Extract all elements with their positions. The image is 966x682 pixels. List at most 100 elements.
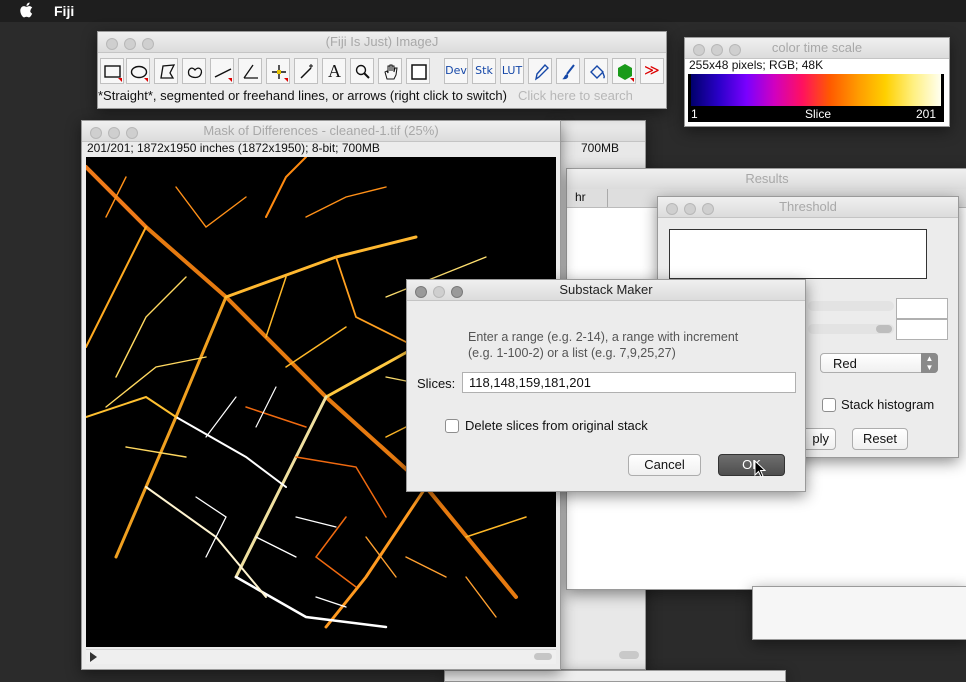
stack-window-back-scrollbar[interactable] xyxy=(619,651,639,659)
close-button[interactable] xyxy=(693,44,705,56)
ok-button[interactable]: OK xyxy=(718,454,785,476)
zoom-button[interactable] xyxy=(702,203,714,215)
results-titlebar[interactable]: Results xyxy=(567,169,966,190)
pencil-tool[interactable] xyxy=(528,58,552,84)
threshold-mode-select[interactable]: Red ▲ ▼ xyxy=(820,353,938,373)
slices-input-value: 118,148,159,181,201 xyxy=(469,375,591,390)
scale-min-label: 1 xyxy=(691,107,698,121)
image-window-title: Mask of Differences - cleaned-1.tif (25%… xyxy=(203,123,439,138)
color-picker-tool[interactable] xyxy=(406,58,430,84)
app-menu-fiji[interactable]: Fiji xyxy=(54,3,74,19)
reset-button[interactable]: Reset xyxy=(852,428,908,450)
rectangle-tool[interactable] xyxy=(100,58,124,84)
substack-maker-dialog: Substack Maker Enter a range (e.g. 2-14)… xyxy=(406,279,806,492)
color-time-scale-info: 255x48 pixels; RGB; 48K xyxy=(689,58,824,72)
minimize-button[interactable] xyxy=(433,286,445,298)
select-arrows-icon: ▲ ▼ xyxy=(921,353,938,373)
zoom-button[interactable] xyxy=(126,127,138,139)
double-chevron-icon: ≫ xyxy=(644,62,660,79)
imagej-titlebar[interactable]: (Fiji Is Just) ImageJ xyxy=(98,32,666,53)
stack-histogram-checkbox[interactable] xyxy=(822,398,836,412)
zoom-button[interactable] xyxy=(142,38,154,50)
polygon-tool[interactable] xyxy=(154,58,178,84)
brush-icon xyxy=(562,64,575,80)
results-column-header: hr xyxy=(575,190,586,204)
substack-titlebar[interactable]: Substack Maker xyxy=(407,280,805,301)
color-time-scale-canvas: 1 Slice 201 xyxy=(688,74,944,122)
wand-tool[interactable] xyxy=(294,58,318,84)
stk-menu-button[interactable]: Stk xyxy=(472,58,496,84)
minimize-button[interactable] xyxy=(124,38,136,50)
results-window-lower xyxy=(752,586,966,640)
dev-menu-button[interactable]: Dev xyxy=(444,58,468,84)
minimize-button[interactable] xyxy=(711,44,723,56)
substack-window-controls xyxy=(415,284,469,304)
close-button[interactable] xyxy=(666,203,678,215)
flood-fill-tool[interactable] xyxy=(584,58,608,84)
play-animation-icon[interactable] xyxy=(90,652,97,662)
freehand-icon xyxy=(187,67,203,79)
more-tools-button[interactable]: ≫ xyxy=(640,58,664,84)
stack-histogram-label: Stack histogram xyxy=(841,397,935,412)
image-window-scrollbar[interactable] xyxy=(86,649,556,664)
stack-window-back-info: 700MB xyxy=(581,141,620,155)
stack-window-back-titlebar[interactable] xyxy=(559,121,645,142)
text-tool[interactable]: A xyxy=(322,58,346,84)
image-info: 201/201; 1872x1950 inches (1872x1950); 8… xyxy=(87,141,380,155)
line-tool[interactable] xyxy=(210,58,234,84)
search-placeholder[interactable]: Click here to search xyxy=(518,88,633,103)
imagej-title: (Fiji Is Just) ImageJ xyxy=(325,34,439,49)
mouse-cursor-icon xyxy=(754,460,766,478)
slices-label: Slices: xyxy=(417,376,456,391)
zoom-button[interactable] xyxy=(729,44,741,56)
status-text: *Straight*, segmented or freehand lines,… xyxy=(98,88,507,103)
slice-scrollbar-thumb[interactable] xyxy=(534,653,552,660)
apple-logo-icon[interactable] xyxy=(20,2,34,18)
cancel-button[interactable]: Cancel xyxy=(628,454,701,476)
text-tool-icon: A xyxy=(328,61,341,81)
slices-input[interactable]: 118,148,159,181,201 xyxy=(462,372,796,393)
hand-icon xyxy=(384,64,398,80)
color-time-scale-window: color time scale 255x48 pixels; RGB; 48K… xyxy=(684,37,950,127)
minimize-button[interactable] xyxy=(108,127,120,139)
threshold-max-slider[interactable] xyxy=(808,324,894,334)
freehand-tool[interactable] xyxy=(182,58,206,84)
delete-slices-checkbox[interactable] xyxy=(445,419,459,433)
threshold-max-slider-thumb[interactable] xyxy=(876,325,892,333)
substack-title: Substack Maker xyxy=(559,282,653,297)
threshold-histogram xyxy=(669,229,927,279)
threshold-min-slider[interactable] xyxy=(808,301,894,311)
background-window-bottom xyxy=(444,670,786,682)
scale-max-label: 201 xyxy=(916,107,937,121)
hand-tool[interactable] xyxy=(378,58,402,84)
zoom-tool[interactable] xyxy=(350,58,374,84)
brush-tool[interactable] xyxy=(556,58,580,84)
image-window-titlebar[interactable]: Mask of Differences - cleaned-1.tif (25%… xyxy=(82,121,560,142)
threshold-min-field[interactable] xyxy=(896,298,948,319)
imagej-toolbar-window: (Fiji Is Just) ImageJ A Dev Stk LUT ≫ Cl… xyxy=(97,31,667,109)
color-time-scale-title: color time scale xyxy=(771,40,863,55)
threshold-title: Threshold xyxy=(779,199,837,214)
close-button[interactable] xyxy=(90,127,102,139)
close-button[interactable] xyxy=(415,286,427,298)
instruction-line-1: Enter a range (e.g. 2-14), a range with … xyxy=(468,330,739,344)
oval-tool[interactable] xyxy=(126,58,150,84)
color-time-scale-titlebar[interactable]: color time scale xyxy=(685,38,949,59)
point-tool[interactable] xyxy=(266,58,290,84)
color-picker-icon xyxy=(411,64,427,80)
threshold-window-controls xyxy=(666,201,720,221)
polygon-icon xyxy=(160,64,176,79)
minimize-button[interactable] xyxy=(684,203,696,215)
close-button[interactable] xyxy=(106,38,118,50)
threshold-titlebar[interactable]: Threshold xyxy=(658,197,958,218)
zoom-button[interactable] xyxy=(451,286,463,298)
plugin-tool[interactable] xyxy=(612,58,636,84)
scale-axis-label: Slice xyxy=(805,107,832,121)
color-gradient-bar xyxy=(691,74,941,106)
lut-menu-button[interactable]: LUT xyxy=(500,58,524,84)
imagej-window-controls xyxy=(106,36,160,56)
menu-bar: Fiji xyxy=(0,0,966,22)
magic-wand-icon xyxy=(300,64,313,79)
threshold-max-field[interactable] xyxy=(896,319,948,340)
angle-tool[interactable] xyxy=(238,58,262,84)
